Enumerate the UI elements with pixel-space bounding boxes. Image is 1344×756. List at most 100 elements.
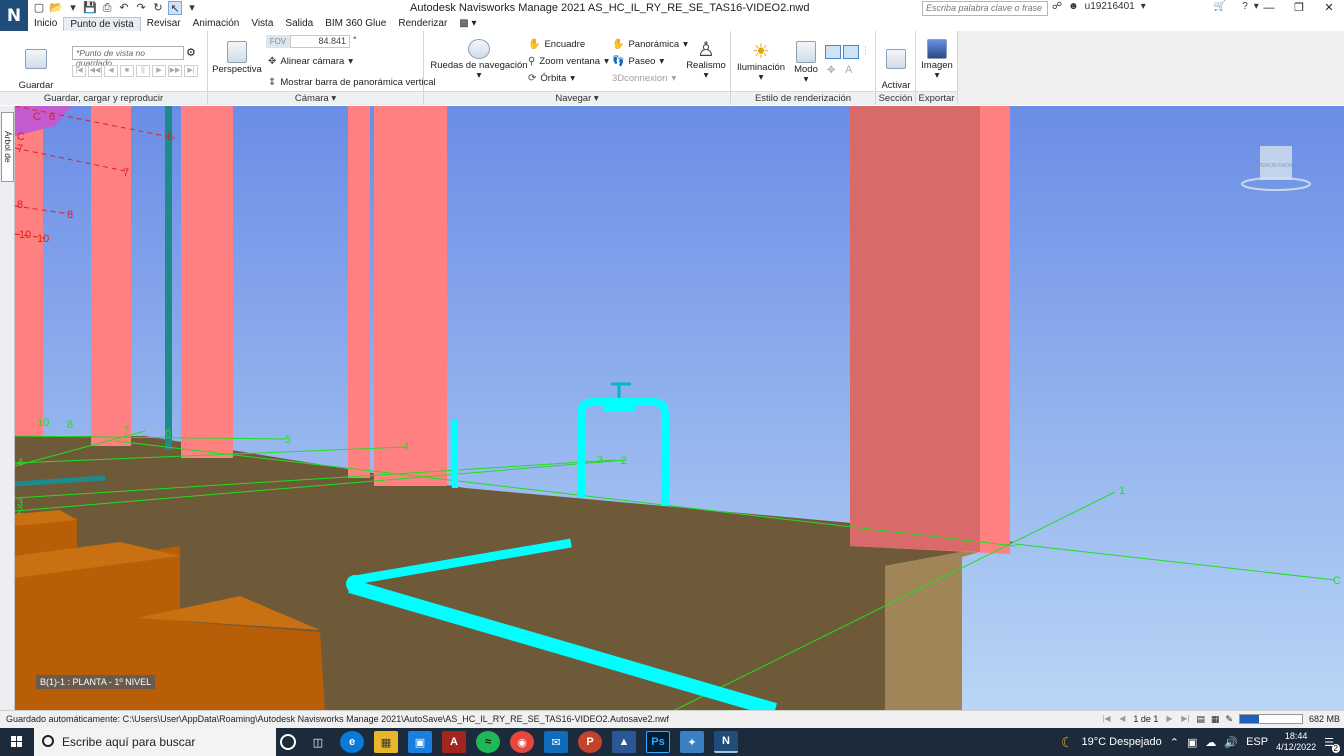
3dconnexion-button[interactable]: 3Dconnexion ▾ [612,73,676,84]
store-icon[interactable]: ▣ [408,731,432,753]
volume-icon[interactable]: 🔊 [1224,736,1238,749]
notifications-icon[interactable]: ☰ 2 [1324,736,1340,753]
qat-dropdown-icon[interactable]: ▾ [66,1,80,15]
play-icon[interactable]: ▶ [152,65,166,77]
last-page-icon[interactable]: ▶| [1180,713,1190,725]
restore-icon[interactable]: ❐ [1284,0,1314,17]
fov-input[interactable]: 84.841 [290,35,350,48]
tray-expand-icon[interactable]: ⌃ [1170,736,1179,749]
text-icon[interactable]: A [845,64,852,76]
pencil-icon[interactable]: ✎ [1225,714,1233,725]
viewpoint-select[interactable]: *Punto de vista no guardado [72,46,184,68]
ribbon-empty-area [958,31,1344,105]
3d-viewport[interactable]: C 6 C 6 7 7 8 8 10 10 10 8 7 6 5 4 4 3 2… [15,106,1344,710]
tab-renderizar[interactable]: Renderizar [392,17,453,31]
tab-inicio[interactable]: Inicio [28,17,63,31]
photoshop-icon[interactable]: Ps [646,731,670,753]
selection-tree-tab[interactable]: Árbol de selección [0,112,14,182]
clock[interactable]: 18:44 4/12/2022 [1276,731,1316,753]
network-icon[interactable]: ☁ [1205,736,1216,749]
tab-extra-icon[interactable]: ▩ ▾ [453,17,482,31]
sheet-browser-icon[interactable]: ▤ [1196,714,1205,725]
align-camera-button[interactable]: ✥ Alinear cámara ▾ [268,56,353,67]
cortana-icon[interactable] [280,734,296,750]
prev-page-icon[interactable]: ◀ [1117,713,1127,725]
taskbar-search[interactable]: Escribe aquí para buscar [34,728,276,756]
viewpoint-manage-icon[interactable]: ⚙ [186,46,196,59]
new-icon[interactable]: ▢ [32,1,46,15]
last-frame-icon[interactable]: ▶| [184,65,198,77]
tab-salida[interactable]: Salida [279,17,319,31]
civil3d-icon[interactable]: ✦ [680,731,704,753]
snap-points-icon[interactable]: ✥ [827,65,835,76]
navisworks-taskbar-icon[interactable]: N [714,731,738,753]
scene-canvas[interactable]: C 6 C 6 7 7 8 8 10 10 10 8 7 6 5 4 4 3 2… [15,106,1344,710]
open-icon[interactable]: 📂 [49,1,63,15]
tab-vista[interactable]: Vista [245,17,279,31]
pan-button[interactable]: ✋ Panorámica ▾ [612,39,688,50]
refresh-icon[interactable]: ↻ [151,1,165,15]
navigation-wheels-button[interactable]: Ruedas de navegación ▾ [430,39,528,81]
help-icon[interactable]: ? [1242,1,1248,12]
chrome-icon[interactable]: ◉ [510,731,534,753]
edge-icon[interactable]: e [340,731,364,753]
pause-icon[interactable]: || [136,65,150,77]
tab-animacion[interactable]: Animación [187,17,246,31]
surfaces-icon[interactable] [825,45,841,59]
orbit-button[interactable]: ⟳ Órbita ▾ [528,73,575,84]
tab-revisar[interactable]: Revisar [141,17,187,31]
walk-button[interactable]: 👣 Paseo ▾ [612,56,664,67]
show-tilt-bar-button[interactable]: ⇕ Mostrar barra de panorámica vertical [268,77,436,88]
perspective-icon [227,41,247,63]
camera-tray-icon[interactable]: ▣ [1187,736,1197,749]
grid-icon[interactable]: ▦ [1211,714,1220,725]
mode-button[interactable]: Modo ▾ [791,41,821,85]
cart-icon[interactable]: 🛒 [1214,1,1226,12]
file-explorer-icon[interactable]: ▦ [374,731,398,753]
application-menu-button[interactable]: N [0,0,28,31]
print-icon[interactable]: ⎙ [100,1,114,15]
start-button[interactable] [0,728,34,756]
redo-icon[interactable]: ↷ [134,1,148,15]
help-search-input[interactable]: Escriba palabra clave o frase [922,1,1048,16]
step-back-icon[interactable]: ◀◀ [88,65,102,77]
user-name[interactable]: u19216401 [1085,1,1135,12]
performance-bar-fill [1239,715,1259,723]
first-page-icon[interactable]: |◀ [1101,713,1111,725]
perspective-button[interactable]: Perspectiva [212,41,262,75]
next-page-icon[interactable]: ▶ [1164,713,1174,725]
frame-button[interactable]: ✋ Encuadre [528,39,585,50]
points-icon[interactable]: ⋮ [861,45,870,56]
play-back-icon[interactable]: ◀ [104,65,118,77]
close-icon[interactable]: ✕ [1314,0,1344,17]
minimize-icon[interactable]: — [1254,0,1284,17]
viewcube[interactable]: SUPERIOR FRONTAL [1240,140,1312,196]
first-frame-icon[interactable]: |◀ [72,65,86,77]
stop-icon[interactable]: ■ [120,65,134,77]
save-icon[interactable]: 💾 [83,1,97,15]
spotify-icon[interactable]: ≈ [476,731,500,753]
autodesk-app-icon[interactable]: ▲ [612,731,636,753]
acrobat-icon[interactable]: A [442,731,466,753]
tab-bim360[interactable]: BIM 360 Glue [319,17,392,31]
binoculars-icon[interactable]: ☍ [1052,1,1062,12]
powerpoint-icon[interactable]: P [578,731,602,753]
select-icon[interactable]: ↖ [168,1,182,15]
qat-more-icon[interactable]: ▾ [185,1,199,15]
zoom-window-button[interactable]: ⚲ Zoom ventana ▾ [528,56,609,67]
mail-icon[interactable]: ✉ [544,731,568,753]
lines-icon[interactable] [843,45,859,59]
user-dropdown-icon[interactable]: ▾ [1141,1,1146,12]
language-indicator[interactable]: ESP [1246,736,1268,748]
realism-button[interactable]: ♙ Realismo ▾ [686,39,726,81]
lighting-button[interactable]: ☀ Iluminación ▾ [735,41,787,83]
weather-text[interactable]: 19°C Despejado [1082,736,1162,748]
export-image-button[interactable]: Imagen ▾ [918,39,956,81]
weather-moon-icon[interactable]: ☾ [1061,734,1074,751]
task-view-icon[interactable]: ◫ [306,731,330,753]
user-icon[interactable]: ☻ [1068,1,1079,12]
step-forward-icon[interactable]: ▶▶ [168,65,182,77]
undo-icon[interactable]: ↶ [117,1,131,15]
tab-punto-de-vista[interactable]: Punto de vista [63,16,141,32]
green-label-6: 6 [165,427,171,439]
